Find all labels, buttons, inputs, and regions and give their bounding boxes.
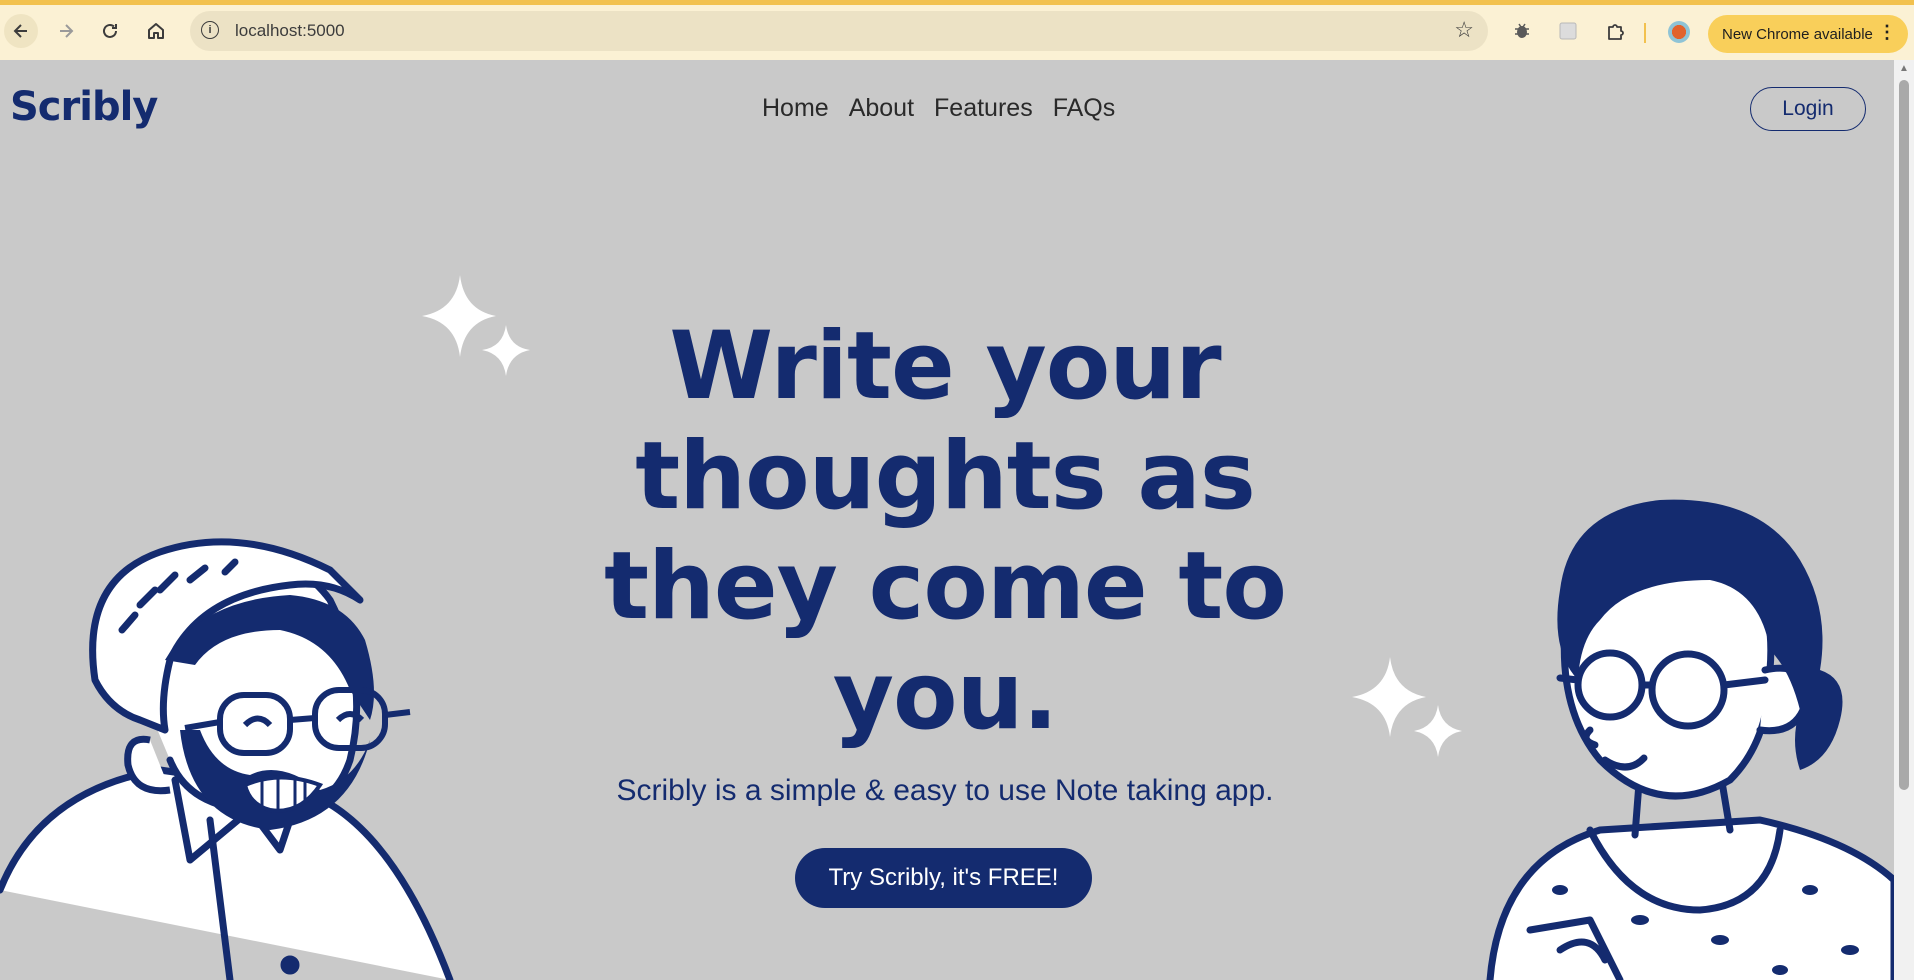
back-button[interactable] xyxy=(4,14,38,48)
forward-button[interactable] xyxy=(49,14,83,48)
hero-headline: Write your thoughts as they come to you. xyxy=(540,312,1350,752)
page-scrollbar[interactable]: ▲ xyxy=(1894,60,1914,980)
nav-about[interactable]: About xyxy=(849,94,914,123)
page-viewport: Scribly Home About Features FAQs Login W… xyxy=(0,60,1894,980)
nav-home[interactable]: Home xyxy=(762,94,829,123)
arrow-right-icon xyxy=(60,24,74,38)
star-icon[interactable]: ☆ xyxy=(1454,17,1474,43)
main-nav: Home About Features FAQs xyxy=(762,94,1115,123)
nav-faqs[interactable]: FAQs xyxy=(1053,94,1116,123)
url-text: localhost:5000 xyxy=(235,21,345,40)
nav-features[interactable]: Features xyxy=(934,94,1033,123)
site-logo[interactable]: Scribly xyxy=(10,84,158,130)
profile-avatar[interactable] xyxy=(1668,21,1690,43)
address-bar[interactable]: i localhost:5000 ☆ xyxy=(190,11,1488,51)
try-free-button[interactable]: Try Scribly, it's FREE! xyxy=(795,848,1092,908)
home-icon xyxy=(148,23,164,39)
update-chrome-button[interactable]: New Chrome available ⋮ xyxy=(1708,15,1908,53)
headline-line: you. xyxy=(832,642,1058,751)
more-vertical-icon: ⋮ xyxy=(1878,22,1896,42)
browser-toolbar: i localhost:5000 ☆ New Chrome available … xyxy=(0,0,1914,60)
headline-line: Write your xyxy=(669,312,1221,421)
login-button[interactable]: Login xyxy=(1750,87,1866,131)
info-icon[interactable]: i xyxy=(201,21,219,39)
headline-line: thoughts as xyxy=(635,422,1256,531)
puzzle-icon[interactable] xyxy=(1603,19,1627,43)
reload-icon xyxy=(103,23,117,38)
scrollbar-thumb[interactable] xyxy=(1899,80,1909,790)
man-illustration xyxy=(0,538,454,980)
toolbar-separator xyxy=(1644,23,1646,43)
sparkle-icon xyxy=(422,275,530,376)
arrow-left-icon xyxy=(13,24,27,38)
update-label: New Chrome available xyxy=(1722,25,1873,43)
headline-line: they come to xyxy=(604,532,1287,641)
scroll-up-icon[interactable]: ▲ xyxy=(1899,63,1909,74)
hero-subtitle: Scribly is a simple & easy to use Note t… xyxy=(616,774,1274,807)
woman-illustration xyxy=(1486,499,1894,980)
home-button[interactable] xyxy=(139,14,173,48)
reload-button[interactable] xyxy=(93,14,127,48)
bug-icon[interactable] xyxy=(1510,19,1534,43)
extension-icon[interactable] xyxy=(1556,19,1580,43)
